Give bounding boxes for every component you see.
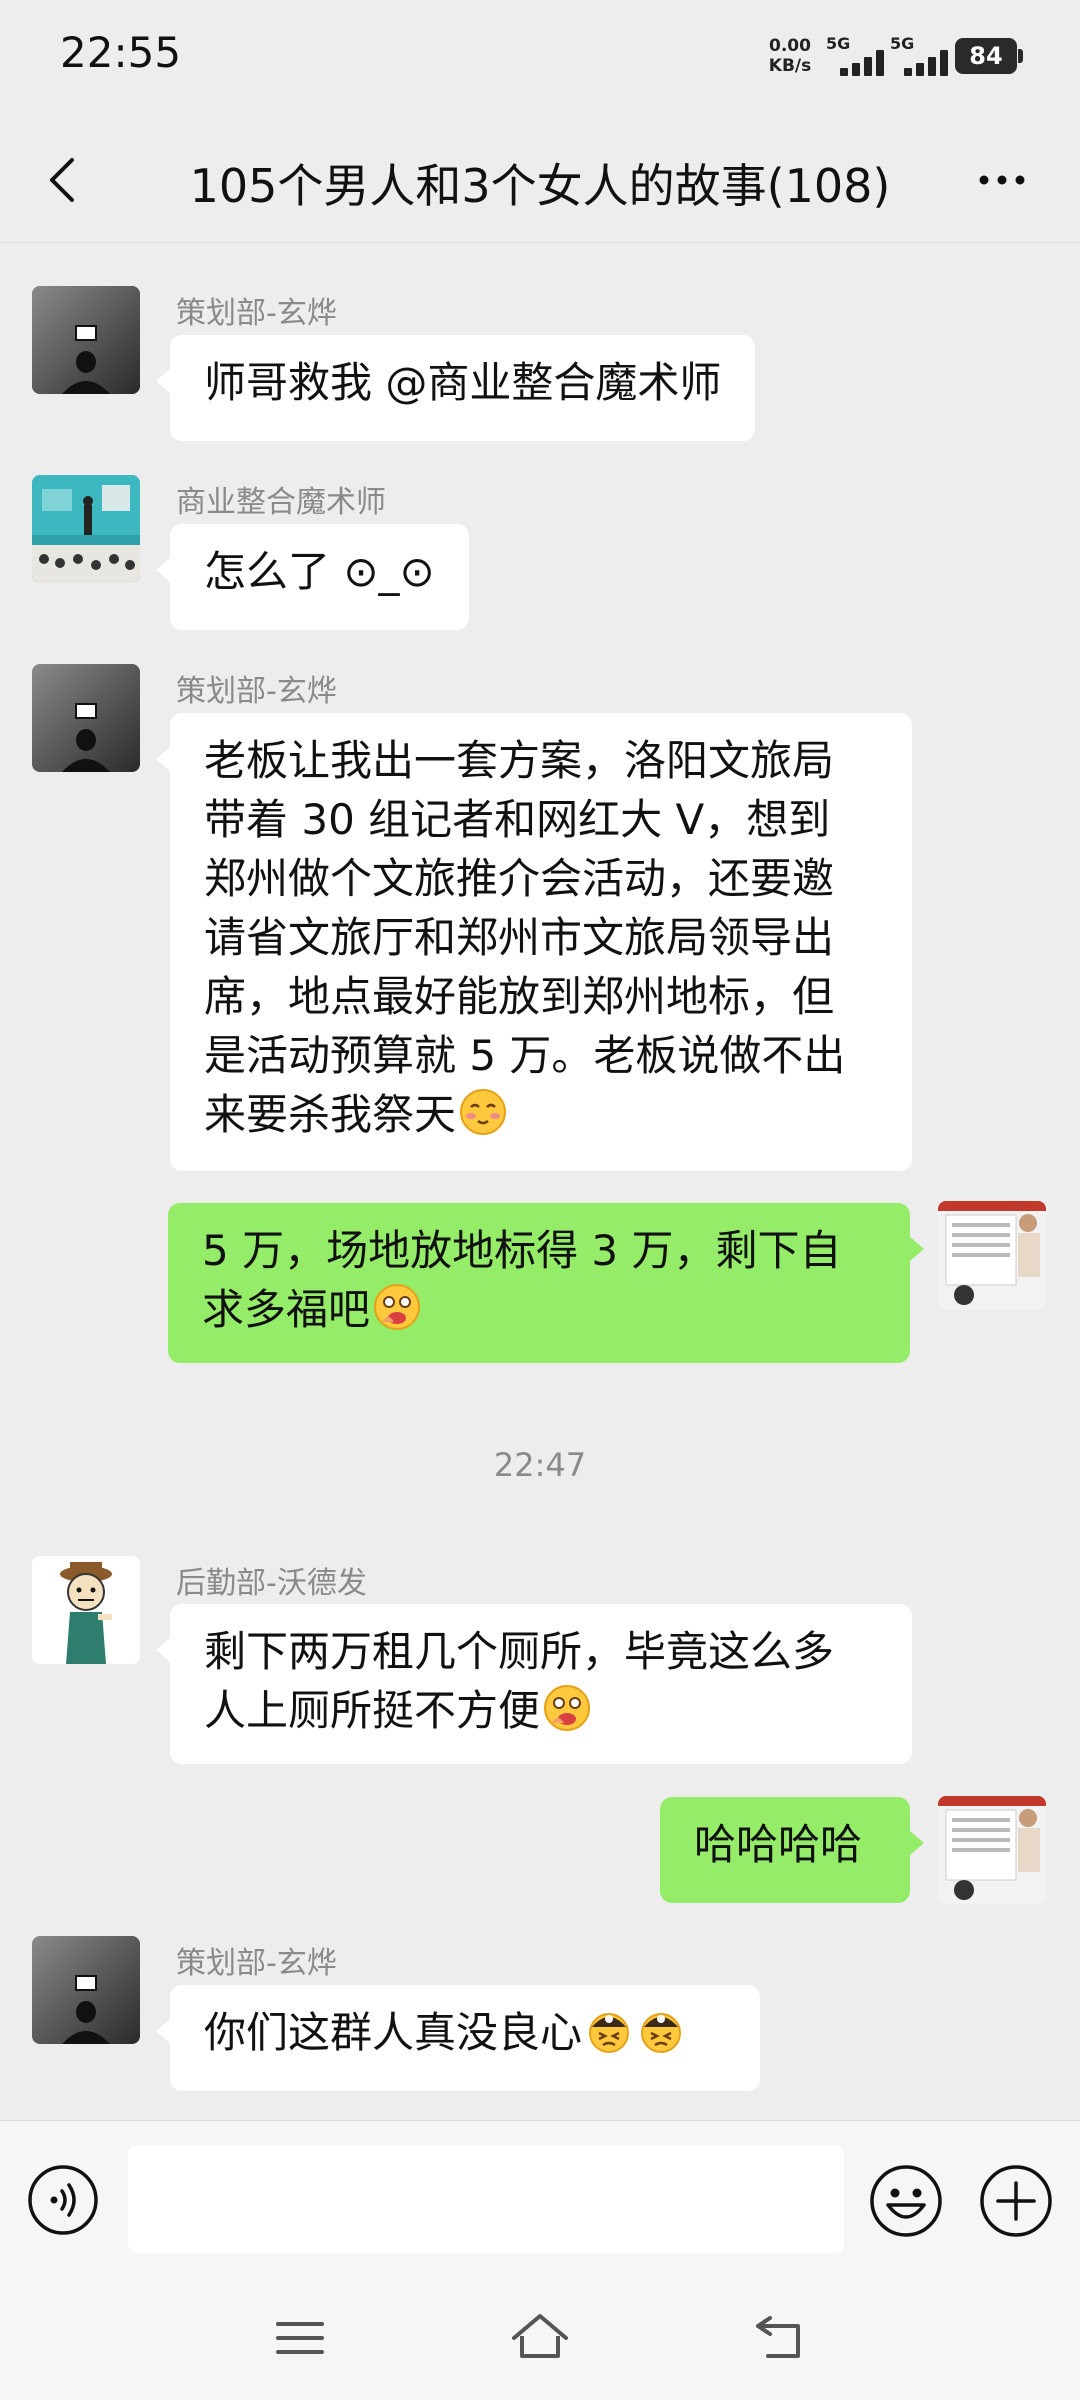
avatar-xuanye[interactable] [32, 1936, 140, 2044]
message-bubble[interactable]: 怎么了 ⊙_⊙ [156, 524, 469, 630]
battery-icon: 84 [955, 38, 1017, 74]
message-line: 人上厕所挺不方便 [204, 1686, 541, 1735]
network-speed-value: 0.00 [769, 36, 811, 56]
message-text: 你们这群人真没良心 [204, 2008, 583, 2057]
message-bubble[interactable]: 5 万，场地放地标得 3 万，剩下自 求多福吧 [168, 1203, 924, 1363]
chat-header: 105个男人和3个女人的故事(108) [0, 120, 1080, 243]
avatar-self[interactable] [938, 1796, 1046, 1904]
message-line: 请省文旅厅和郑州市文旅局领导出 [204, 913, 835, 962]
avatar-self[interactable] [938, 1201, 1046, 1309]
signal-icon-sim2: 5G [890, 34, 960, 76]
sender-name: 策划部-玄烨 [176, 296, 337, 331]
voice-icon[interactable] [26, 2163, 100, 2237]
message-line: 席，地点最好能放到郑州地标，但 [204, 972, 835, 1021]
face-holding-back-tears-emoji-icon [374, 1284, 421, 1330]
home-icon[interactable] [508, 2306, 572, 2370]
network-speed-unit: KB/s [768, 56, 812, 76]
message-line: 来要杀我祭天 [204, 1090, 457, 1139]
sender-name: 商业整合魔术师 [176, 485, 386, 520]
message-bubble[interactable]: 师哥救我 @商业整合魔术师 [155, 335, 756, 441]
status-time: 22:55 [60, 28, 182, 77]
menu-icon[interactable] [268, 2306, 332, 2370]
message-text: 哈哈哈哈 [694, 1820, 863, 1869]
signal-icon-sim1: 5G [826, 34, 896, 76]
message-bubble[interactable]: 哈哈哈哈 [660, 1797, 924, 1903]
avatar-xuanye[interactable] [32, 286, 140, 394]
message-text: 师哥救我 @商业整合魔术师 [204, 358, 722, 407]
sender-name: 策划部-玄烨 [176, 1946, 337, 1981]
status-bar: 22:55 0.00 KB/s 5G 5G 84 [0, 0, 1080, 120]
plus-icon[interactable] [978, 2163, 1054, 2239]
input-bar [0, 2120, 1080, 2277]
avatar-magician[interactable] [32, 475, 140, 583]
message-timestamp: 22:47 [493, 1446, 587, 1484]
skull-cap-emoji-icon [589, 2013, 630, 2053]
avatar-xuanye[interactable] [32, 664, 140, 772]
message-line: 带着 30 组记者和网红大 V，想到 [204, 795, 831, 844]
blushing-emoji-icon [460, 1089, 507, 1135]
message-bubble[interactable]: 你们这群人真没良心 [156, 1985, 760, 2091]
message-line: 郑州做个文旅推介会活动，还要邀 [204, 854, 835, 903]
message-line: 老板让我出一套方案，洛阳文旅局 [204, 736, 835, 785]
message-text: 怎么了 ⊙_⊙ [204, 547, 435, 596]
chat-title: 105个男人和3个女人的故事(108) [189, 159, 891, 213]
face-holding-back-tears-emoji-icon [544, 1685, 591, 1731]
back-arrow-icon[interactable] [36, 150, 96, 210]
message-bubble[interactable]: 剩下两万租几个厕所，毕竟这么多 人上厕所挺不方便 [156, 1604, 912, 1764]
more-icon[interactable] [972, 150, 1032, 210]
battery-cap [1018, 49, 1023, 63]
message-line: 5 万，场地放地标得 3 万，剩下自 [202, 1226, 842, 1275]
emoji-icon[interactable] [868, 2163, 944, 2239]
sender-name: 后勤部-沃德发 [176, 1566, 367, 1601]
avatar-wodefa[interactable] [32, 1556, 140, 1664]
message-line: 是活动预算就 5 万。老板说做不出 [204, 1031, 846, 1080]
back-icon[interactable] [748, 2306, 812, 2370]
skull-cap-emoji-icon [641, 2013, 682, 2053]
message-input[interactable] [128, 2145, 844, 2253]
network-speed: 0.00 KB/s [762, 36, 818, 76]
sender-name: 策划部-玄烨 [176, 674, 337, 709]
message-line: 剩下两万租几个厕所，毕竟这么多 [204, 1627, 835, 1676]
message-line: 求多福吧 [202, 1285, 371, 1334]
system-navigation-bar [0, 2276, 1080, 2400]
message-bubble[interactable]: 老板让我出一套方案，洛阳文旅局 带着 30 组记者和网红大 V，想到 郑州做个文… [156, 713, 912, 1171]
